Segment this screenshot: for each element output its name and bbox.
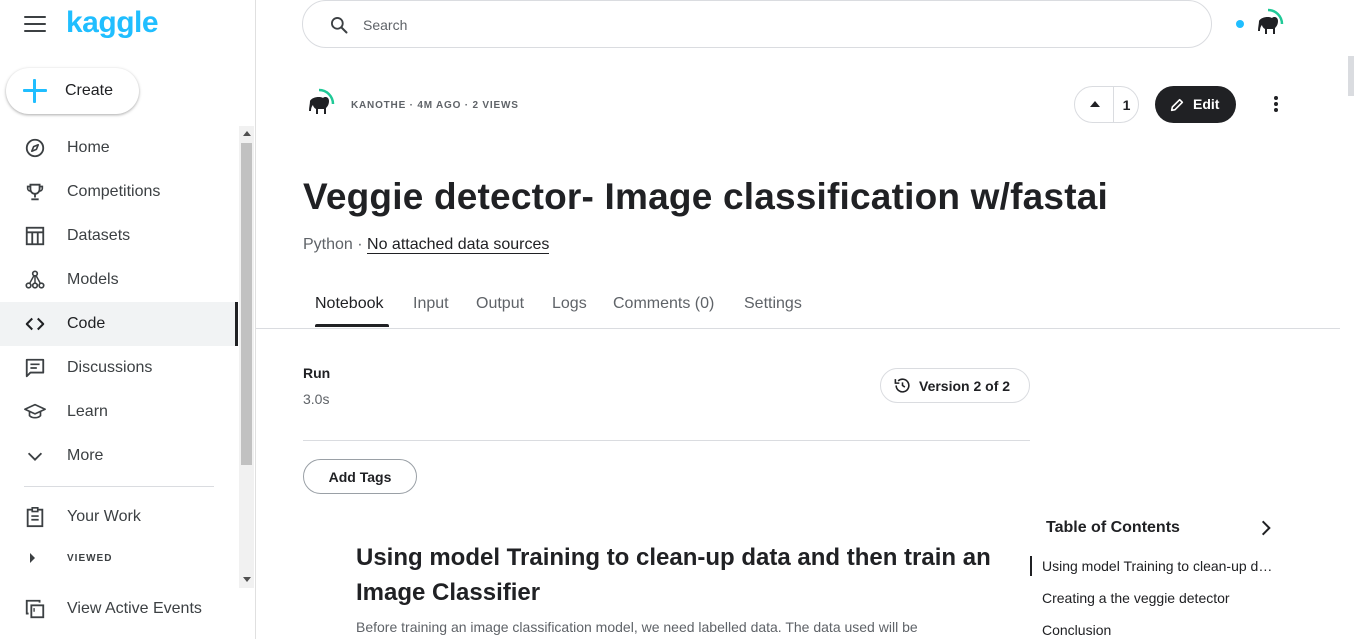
sidebar-item-your-work[interactable]: Your Work	[0, 495, 238, 539]
chevron-right-icon[interactable]	[1256, 518, 1276, 538]
copy-icon	[25, 599, 45, 619]
avatar[interactable]	[1252, 8, 1284, 40]
run-time: 3.0s	[303, 391, 330, 407]
content-divider	[303, 440, 1030, 441]
toc-item[interactable]: Creating a the veggie detector	[1042, 590, 1230, 606]
sidebar-item-learn[interactable]: Learn	[0, 390, 238, 434]
language-label: Python ·	[303, 236, 368, 253]
elephant-icon	[1258, 8, 1284, 34]
sidebar-item-discussions[interactable]: Discussions	[0, 346, 238, 390]
notebook-subline: Python · No attached data sources	[303, 236, 550, 254]
sidebar-item-datasets[interactable]: Datasets	[0, 214, 238, 258]
graduation-cap-icon	[24, 403, 46, 419]
viewed-label: VIEWED	[67, 553, 113, 564]
sidebar-item-label: Datasets	[67, 227, 131, 244]
scroll-up-icon[interactable]	[243, 131, 251, 136]
notebook-tabs: Notebook Input Output Logs Comments (0) …	[256, 284, 1340, 329]
notebook-meta: KANOTHE · 4M AGO · 2 VIEWS	[351, 100, 519, 111]
model-icon	[25, 270, 45, 289]
clipboard-icon	[26, 507, 44, 528]
chevron-down-icon	[27, 452, 43, 461]
sidebar-item-label: More	[67, 447, 104, 464]
search-icon	[331, 17, 348, 34]
your-work-label: Your Work	[67, 508, 141, 525]
sidebar-item-label: Home	[67, 139, 110, 156]
tab-comments[interactable]: Comments (0)	[613, 295, 714, 313]
discussion-icon	[25, 358, 45, 378]
toc-active-indicator	[1030, 556, 1032, 576]
data-sources-link[interactable]: No attached data sources	[367, 236, 550, 254]
search-bar[interactable]	[302, 0, 1212, 48]
kaggle-logo[interactable]: kaggle	[66, 6, 159, 40]
sidebar-item-label: Learn	[67, 403, 108, 420]
author-avatar[interactable]	[303, 88, 335, 120]
toc-item[interactable]: Using model Training to clean-up data an…	[1042, 558, 1274, 574]
caret-right-icon	[30, 553, 35, 563]
sidebar-item-label: Discussions	[67, 359, 153, 376]
menu-icon[interactable]	[24, 14, 46, 34]
sidebar-item-view-active-events[interactable]: View Active Events	[0, 587, 238, 631]
page-title: Veggie detector- Image classification w/…	[303, 176, 1108, 217]
add-tags-button[interactable]: Add Tags	[303, 459, 417, 494]
tab-output[interactable]: Output	[476, 295, 524, 313]
sidebar-item-more[interactable]: More	[0, 434, 238, 478]
tab-notebook[interactable]: Notebook	[315, 295, 384, 313]
toc-item[interactable]: Conclusion	[1042, 622, 1111, 638]
upvote-button[interactable]	[1075, 87, 1113, 122]
notification-dot	[1236, 20, 1244, 28]
elephant-icon	[309, 88, 335, 114]
tab-settings[interactable]: Settings	[744, 295, 802, 313]
sidebar-item-competitions[interactable]: Competitions	[0, 170, 238, 214]
sidebar-item-label: Competitions	[67, 183, 161, 200]
run-label: Run	[303, 365, 331, 381]
edit-label: Edit	[1193, 96, 1220, 112]
tab-logs[interactable]: Logs	[552, 295, 587, 313]
page-scrollbar[interactable]	[1348, 56, 1354, 96]
tab-input[interactable]: Input	[413, 295, 449, 313]
upvote-control: 1	[1074, 86, 1139, 123]
create-button[interactable]: Create	[6, 68, 139, 114]
sidebar: kaggle Create Home Competitions Datasets…	[0, 0, 256, 639]
scroll-down-icon[interactable]	[243, 577, 251, 582]
sidebar-divider	[24, 486, 214, 487]
sidebar-item-models[interactable]: Models	[0, 258, 238, 302]
search-input[interactable]	[363, 13, 1163, 37]
upvote-count[interactable]: 1	[1114, 97, 1139, 113]
version-button[interactable]: Version 2 of 2	[880, 368, 1030, 403]
version-label: Version 2 of 2	[919, 378, 1011, 394]
table-icon	[25, 226, 45, 246]
pencil-icon	[1170, 98, 1184, 112]
more-options-icon[interactable]	[1268, 93, 1284, 115]
sidebar-item-code[interactable]: Code	[0, 302, 238, 346]
view-events-label: View Active Events	[67, 600, 202, 617]
sidebar-item-home[interactable]: Home	[0, 126, 238, 170]
compass-icon	[25, 138, 45, 158]
notebook-heading: Using model Training to clean-up data an…	[356, 544, 991, 606]
toc-title: Table of Contents	[1046, 519, 1180, 536]
history-icon	[894, 378, 910, 393]
code-icon	[25, 317, 45, 331]
plus-icon	[22, 78, 48, 104]
sidebar-scroll-thumb[interactable]	[241, 143, 252, 465]
add-tags-label: Add Tags	[328, 469, 392, 485]
sidebar-item-label: Models	[67, 271, 119, 288]
create-label: Create	[65, 82, 114, 99]
trophy-icon	[26, 183, 44, 201]
notebook-paragraph: Before training an image classification …	[356, 619, 918, 635]
sidebar-item-label: Code	[67, 315, 106, 332]
active-tab-indicator	[315, 324, 389, 327]
edit-button[interactable]: Edit	[1155, 86, 1236, 123]
sidebar-nav: Home Competitions Datasets Models Code D…	[0, 126, 238, 478]
viewed-toggle[interactable]: VIEWED	[0, 548, 238, 570]
